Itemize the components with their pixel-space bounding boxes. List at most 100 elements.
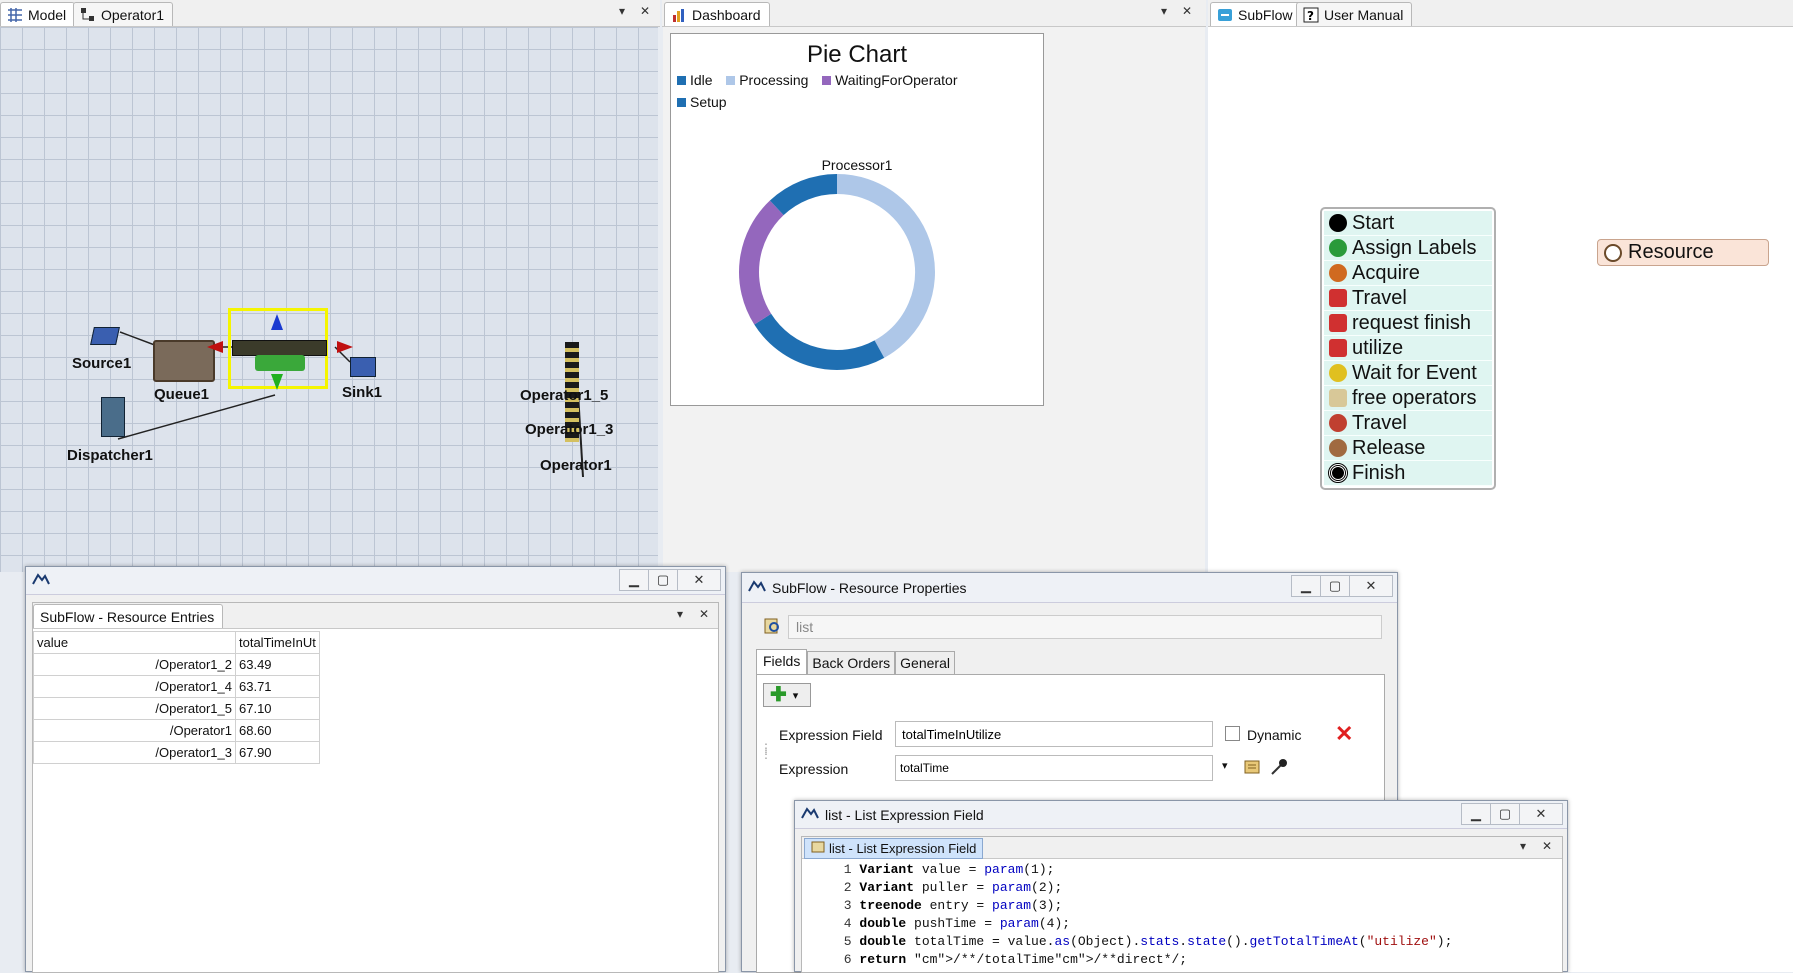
flow-item-request-finish[interactable]: request finish: [1324, 311, 1492, 336]
flow-item-travel[interactable]: Travel: [1324, 286, 1492, 311]
close-button[interactable]: ✕: [1519, 803, 1563, 825]
cell-total-time[interactable]: 63.71: [235, 675, 320, 698]
minimize-button[interactable]: ▁: [1461, 803, 1491, 825]
cell-total-time[interactable]: 67.10: [235, 697, 320, 720]
dropdown-icon[interactable]: ▾: [677, 607, 683, 621]
name-field[interactable]: [788, 615, 1382, 639]
chart-title: Pie Chart: [806, 41, 908, 68]
table-row[interactable]: /Operator1 68.60: [33, 719, 320, 742]
template-icon[interactable]: [1243, 757, 1263, 780]
cell-value[interactable]: /Operator1_5: [33, 697, 236, 720]
tab-operator1[interactable]: Operator1: [73, 2, 174, 26]
window-title: list - List Expression Field: [825, 806, 984, 823]
code-line[interactable]: 5 double totalTime = value.as(Object).st…: [836, 933, 1562, 951]
close-icon[interactable]: ✕: [699, 607, 709, 621]
cell-total-time[interactable]: 68.60: [235, 719, 320, 742]
flow-item-free-operators[interactable]: free operators: [1324, 386, 1492, 411]
dropdown-icon[interactable]: ▾: [1520, 839, 1526, 853]
tab-subflow[interactable]: SubFlow: [1210, 2, 1302, 26]
tab-general[interactable]: General: [895, 651, 955, 674]
close-button[interactable]: ✕: [1349, 575, 1393, 597]
drag-handle[interactable]: ⋮ ⋮: [760, 742, 772, 760]
tab-resource-entries[interactable]: SubFlow - Resource Entries: [33, 604, 224, 628]
operator1-label: Operator1: [540, 457, 612, 474]
tab-list-expression[interactable]: list - List Expression Field: [804, 838, 984, 859]
expression-input[interactable]: [895, 755, 1213, 781]
table-row[interactable]: /Operator1_3 67.90: [33, 741, 320, 764]
dispatcher-object[interactable]: [101, 397, 125, 437]
flow-item-finish[interactable]: Finish: [1324, 461, 1492, 486]
close-button[interactable]: ✕: [677, 569, 721, 591]
minimize-button[interactable]: ▁: [619, 569, 649, 591]
flow-item-wait-for-event[interactable]: Wait for Event: [1324, 361, 1492, 386]
table-row[interactable]: /Operator1_2 63.49: [33, 653, 320, 676]
source-object[interactable]: [90, 327, 120, 345]
plus-icon: ✚: [770, 684, 787, 706]
flow-item-acquire[interactable]: Acquire: [1324, 261, 1492, 286]
code-line[interactable]: 4 double pushTime = param(4);: [836, 915, 1562, 933]
tab-fields[interactable]: Fields: [756, 649, 808, 674]
resource-node[interactable]: Resource: [1597, 239, 1769, 266]
legend-item: Setup: [677, 94, 727, 110]
cell-total-time[interactable]: 67.90: [235, 741, 320, 764]
table-row[interactable]: /Operator1_5 67.10: [33, 697, 320, 720]
code-line[interactable]: 3 treenode entry = param(3);: [836, 897, 1562, 915]
chart-legend: Idle Processing WaitingForOperator Setup: [677, 72, 977, 110]
flow-item-assign-labels[interactable]: Assign Labels: [1324, 236, 1492, 261]
add-field-button[interactable]: ✚ ▾: [763, 683, 811, 707]
tab-model[interactable]: Model: [0, 2, 76, 26]
grid-icon: [7, 7, 23, 23]
cell-total-time[interactable]: 63.49: [235, 653, 320, 676]
cell-value[interactable]: /Operator1_3: [33, 741, 236, 764]
subflow-block[interactable]: Start Assign Labels Acquire Travel reque…: [1320, 207, 1496, 490]
delete-icon[interactable]: ✕: [1335, 721, 1353, 747]
cell-value[interactable]: /Operator1_4: [33, 675, 236, 698]
flow-item-release[interactable]: Release: [1324, 436, 1492, 461]
tab-back-orders[interactable]: Back Orders: [807, 651, 896, 674]
eyedropper-icon[interactable]: [1269, 757, 1289, 780]
dynamic-checkbox[interactable]: [1225, 726, 1240, 741]
table-row[interactable]: /Operator1_4 63.71: [33, 675, 320, 698]
finish-icon: [1328, 463, 1348, 483]
cell-value[interactable]: /Operator1: [33, 719, 236, 742]
release-icon: [1329, 439, 1347, 457]
maximize-button[interactable]: ▢: [1320, 575, 1350, 597]
minimize-button[interactable]: ▁: [1291, 575, 1321, 597]
expression-field-input[interactable]: [895, 721, 1213, 747]
chevron-down-icon[interactable]: ▾: [1222, 759, 1228, 772]
tree-icon: [80, 7, 96, 23]
app-icon: [801, 806, 819, 823]
flow-item-utilize[interactable]: utilize: [1324, 336, 1492, 361]
code-line[interactable]: 2 Variant puller = param(2);: [836, 879, 1562, 897]
column-header[interactable]: value: [33, 631, 236, 654]
flow-item-start[interactable]: Start: [1324, 211, 1492, 236]
expression-field-label: Expression Field: [779, 727, 883, 743]
chevron-down-icon: ▾: [792, 689, 799, 702]
app-icon: [748, 579, 766, 596]
legend-item: WaitingForOperator: [822, 72, 958, 88]
code-line[interactable]: 1 Variant value = param(1);: [836, 861, 1562, 879]
tab-dashboard[interactable]: Dashboard: [664, 2, 770, 26]
close-icon[interactable]: ✕: [1542, 839, 1552, 853]
resource-entries-window: ▁ ▢ ✕ SubFlow - Resource Entries ▾ ✕ val…: [25, 566, 726, 973]
model-viewport[interactable]: Source1 Queue1 Sink1 Dispatcher1 Operato…: [0, 27, 658, 572]
svg-text:?: ?: [1307, 9, 1314, 23]
acquire-icon: [1329, 264, 1347, 282]
cell-value[interactable]: /Operator1_2: [33, 653, 236, 676]
code-line[interactable]: 6 return "cm">/**/totalTime"cm">/**direc…: [836, 951, 1562, 969]
app-icon: [32, 572, 50, 589]
column-header[interactable]: totalTimeInUt: [235, 631, 320, 654]
bar-chart-icon: [671, 7, 687, 23]
close-icon[interactable]: ✕: [640, 4, 650, 18]
tab-user-manual[interactable]: ? User Manual: [1296, 2, 1413, 26]
dropdown-icon[interactable]: ▾: [1161, 4, 1167, 18]
maximize-button[interactable]: ▢: [1490, 803, 1520, 825]
flow-item-travel-2[interactable]: Travel: [1324, 411, 1492, 436]
code-editor[interactable]: 1 Variant value = param(1); 2 Variant pu…: [802, 859, 1562, 969]
dropdown-icon[interactable]: ▾: [619, 4, 625, 18]
start-icon: [1329, 214, 1347, 232]
maximize-button[interactable]: ▢: [648, 569, 678, 591]
sink-object[interactable]: [350, 357, 376, 377]
utilize-icon: [1329, 339, 1347, 357]
close-icon[interactable]: ✕: [1182, 4, 1192, 18]
